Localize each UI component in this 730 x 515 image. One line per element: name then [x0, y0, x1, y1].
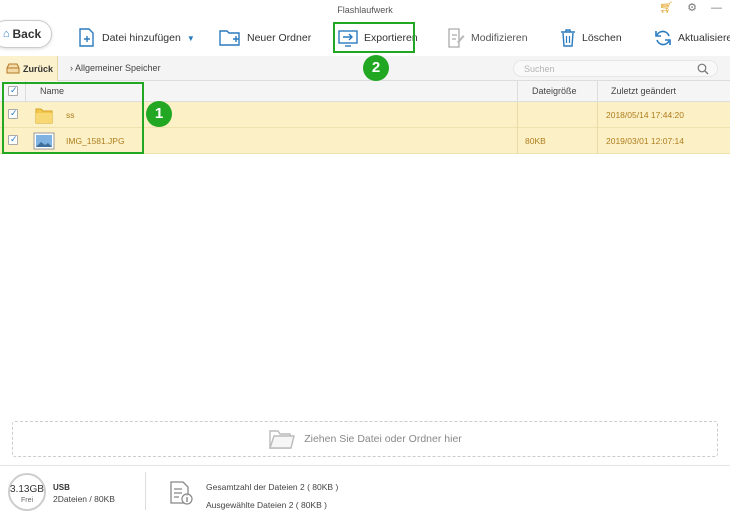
- drop-zone[interactable]: Ziehen Sie Datei oder Ordner hier: [12, 421, 718, 457]
- cart-icon[interactable]: 🛒︎: [659, 3, 673, 14]
- column-header-modified[interactable]: Zuletzt geändert: [611, 81, 676, 102]
- delete-button[interactable]: Löschen: [560, 20, 622, 56]
- file-info-icon: [170, 481, 193, 505]
- column-header-size[interactable]: Dateigröße: [532, 81, 577, 102]
- disk-usage-ring: 3.13GB Frei: [8, 473, 46, 511]
- add-files-label: Datei hinzufügen: [102, 32, 181, 44]
- settings-icon[interactable]: ⚙: [687, 3, 697, 14]
- back-button[interactable]: ⌂ Back: [0, 20, 52, 48]
- search-placeholder: Suchen: [524, 64, 555, 74]
- add-files-button[interactable]: Datei hinzufügen ▼: [78, 20, 195, 56]
- annotation-badge-1: 1: [146, 101, 172, 127]
- search-input[interactable]: Suchen: [513, 60, 718, 77]
- minimize-icon[interactable]: —: [711, 3, 722, 14]
- back-button-label: Back: [12, 27, 42, 41]
- drop-zone-label: Ziehen Sie Datei oder Ordner hier: [304, 433, 462, 445]
- refresh-icon: [655, 30, 671, 46]
- drive-icon: [6, 63, 20, 74]
- free-label: Frei: [20, 497, 34, 504]
- file-modified: 2019/03/01 12:07:14: [606, 136, 684, 146]
- delete-label: Löschen: [582, 32, 622, 44]
- breadcrumb[interactable]: › Allgemeiner Speicher: [70, 63, 161, 73]
- total-files-text: Gesamtzahl der Dateien 2 ( 80KB ): [206, 482, 339, 492]
- add-file-icon: [79, 28, 94, 47]
- trash-icon: [561, 29, 575, 47]
- path-back-button[interactable]: Zurück: [0, 56, 58, 81]
- annotation-box-2: [333, 22, 415, 53]
- folder-outline-icon: [269, 430, 296, 449]
- refresh-label: Aktualisieren: [678, 32, 730, 44]
- new-folder-icon: [219, 30, 240, 46]
- window-title: Flashlaufwerk: [337, 5, 393, 15]
- annotation-badge-2: 2: [363, 55, 389, 81]
- edit-icon: [448, 28, 465, 48]
- file-modified: 2018/05/14 17:44:20: [606, 110, 684, 120]
- status-bar: 3.13GB Frei USB 2Dateien / 80KB Gesamtza…: [0, 465, 730, 515]
- modify-label: Modifizieren: [471, 32, 528, 44]
- selected-files-text: Ausgewählte Dateien 2 ( 80KB ): [206, 500, 327, 510]
- file-size: 80KB: [525, 136, 546, 146]
- title-bar: Flashlaufwerk 🛒︎ ⚙ —: [0, 0, 730, 20]
- annotation-box-1: [2, 82, 144, 154]
- free-size: 3.13GB: [10, 484, 44, 495]
- new-folder-label: Neuer Ordner: [247, 32, 312, 44]
- chevron-right-icon: ›: [70, 63, 73, 73]
- chevron-down-icon: ▼: [186, 33, 195, 43]
- path-back-label: Zurück: [23, 63, 54, 74]
- modify-button[interactable]: Modifizieren: [447, 20, 528, 56]
- new-folder-button[interactable]: Neuer Ordner: [219, 20, 311, 56]
- home-icon: ⌂: [2, 28, 10, 40]
- device-info: 2Dateien / 80KB: [53, 494, 115, 504]
- search-icon[interactable]: [697, 63, 709, 75]
- breadcrumb-item: Allgemeiner Speicher: [75, 63, 161, 73]
- refresh-button[interactable]: Aktualisieren: [654, 20, 730, 56]
- device-name: USB: [53, 483, 70, 492]
